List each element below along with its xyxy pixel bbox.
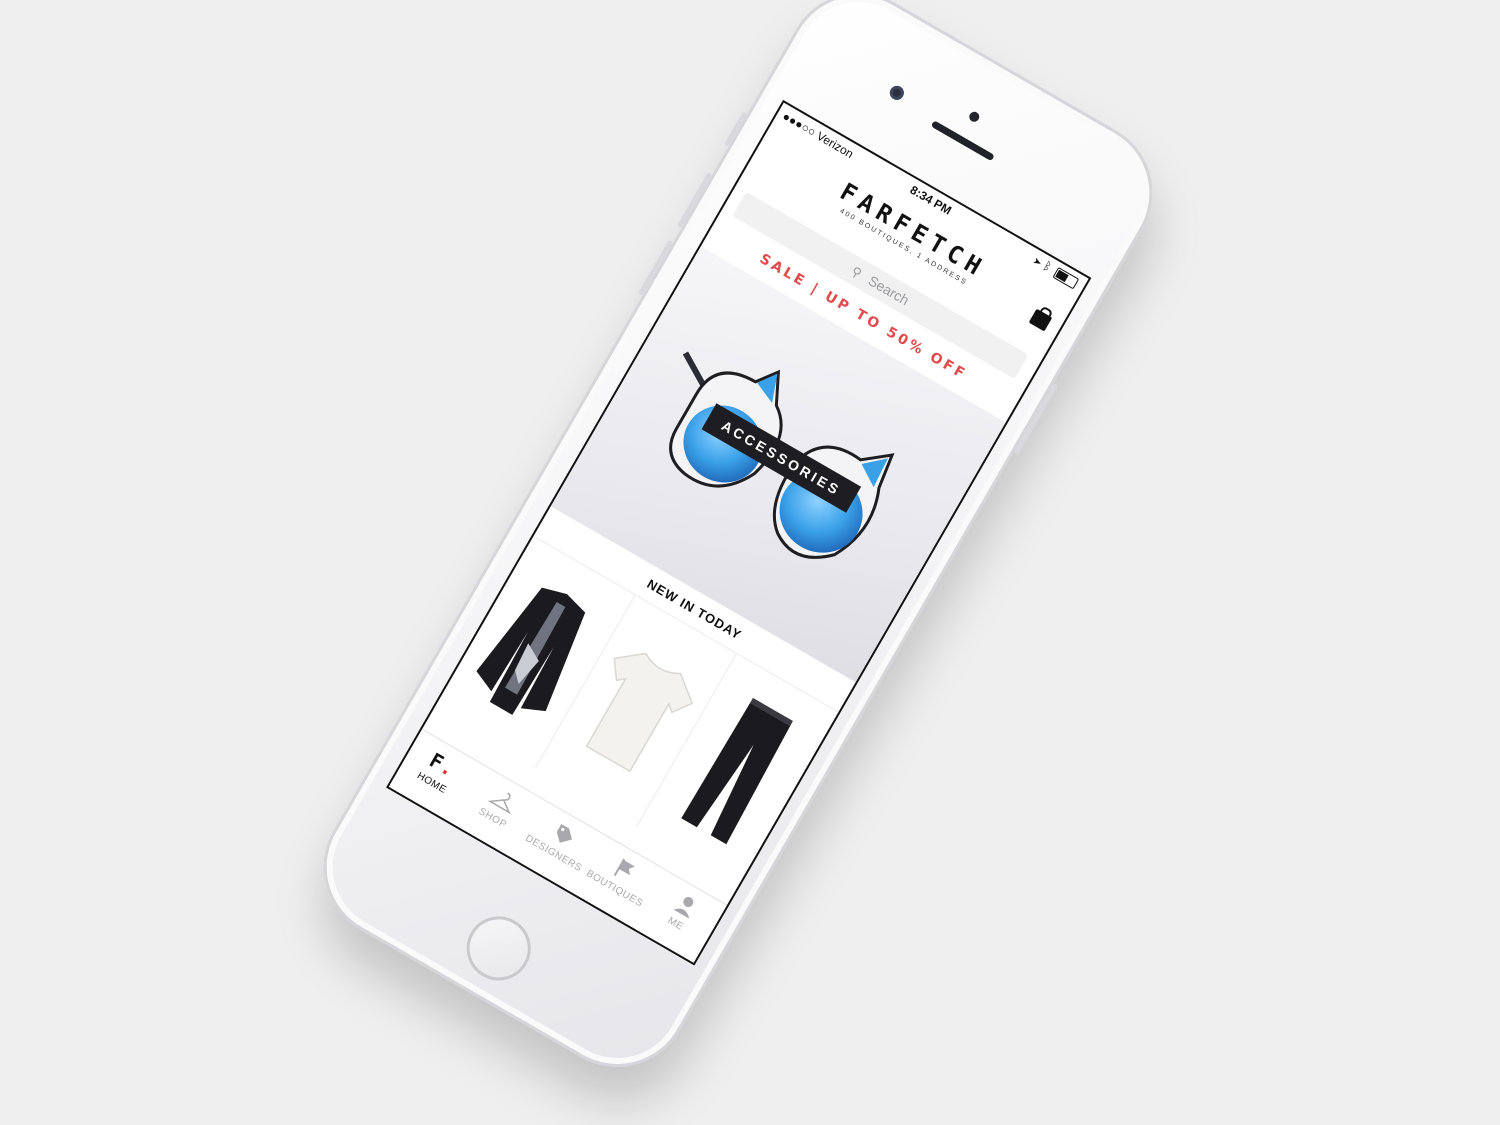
battery-level [1055,269,1069,282]
search-icon: ⚲ [848,263,865,282]
app-screen: ●●●○○ Verizon 8:34 PM ➤ ᛒ FARFETCH 400 B… [386,99,1092,966]
tab-label: ME [665,915,686,933]
phone-device: ●●●○○ Verizon 8:34 PM ➤ ᛒ FARFETCH 400 B… [297,0,1179,1094]
bluetooth-icon: ᛒ [1040,258,1054,275]
